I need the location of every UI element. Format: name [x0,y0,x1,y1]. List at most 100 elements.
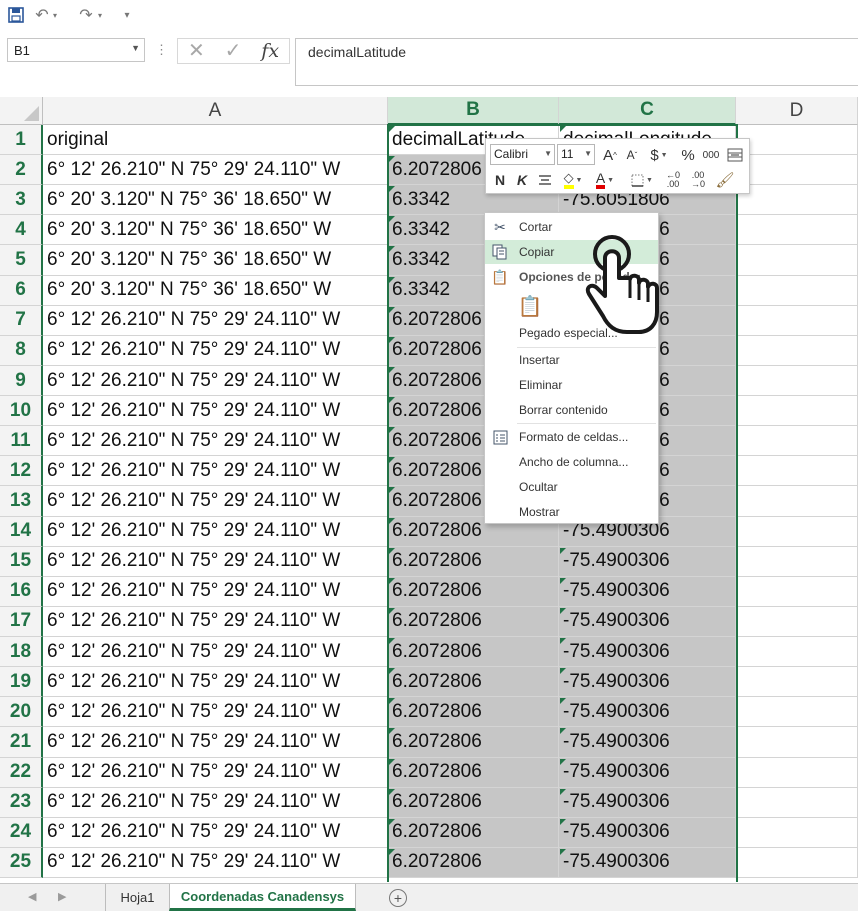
menu-item-ocultar[interactable]: Ocultar [485,475,658,499]
cell-a[interactable]: original [43,125,388,156]
chevron-down-icon[interactable]: ▼ [131,43,140,53]
scroll-tabs-right-icon[interactable]: ▶ [58,890,66,903]
menu-item-eliminar[interactable]: Eliminar [485,373,658,397]
cell-a[interactable]: 6° 12' 26.210" N 75° 29' 24.110" W [43,155,388,186]
row-header[interactable]: 24 [0,817,43,848]
cell-c[interactable]: -75.4900306 [559,757,736,788]
cell-c[interactable]: -75.4900306 [559,667,736,698]
menu-item-borrar-contenido[interactable]: Borrar contenido [485,398,658,422]
cell-b[interactable]: 6.2072806 [388,697,559,728]
cell-d[interactable] [736,787,858,818]
cell-a[interactable]: 6° 12' 26.210" N 75° 29' 24.110" W [43,697,388,728]
cell-a[interactable]: 6° 12' 26.210" N 75° 29' 24.110" W [43,667,388,698]
borders-button[interactable]: ▼ [630,169,654,191]
row-header[interactable]: 19 [0,667,43,698]
cell-a[interactable]: 6° 12' 26.210" N 75° 29' 24.110" W [43,426,388,457]
cell-d[interactable] [736,185,858,216]
column-header-c[interactable]: C [559,97,736,125]
cell-a[interactable]: 6° 12' 26.210" N 75° 29' 24.110" W [43,486,388,517]
cell-a[interactable]: 6° 12' 26.210" N 75° 29' 24.110" W [43,335,388,366]
row-header[interactable]: 1 [0,125,43,156]
undo-icon[interactable]: ↶ [34,4,50,26]
font-color-button[interactable]: A ▼ [592,169,618,191]
select-all-corner[interactable] [0,97,43,125]
cell-d[interactable] [736,817,858,848]
cell-c[interactable]: -75.4900306 [559,576,736,607]
cell-c[interactable]: -75.4900306 [559,847,736,878]
row-header[interactable]: 4 [0,215,43,246]
row-header[interactable]: 23 [0,787,43,818]
enter-icon[interactable]: ✓ [225,41,242,61]
row-header[interactable]: 22 [0,757,43,788]
cancel-icon[interactable]: ✕ [188,41,205,61]
cell-d[interactable] [736,606,858,638]
cell-a[interactable]: 6° 12' 26.210" N 75° 29' 24.110" W [43,396,388,427]
add-sheet-icon[interactable]: + [389,889,407,907]
row-header[interactable]: 10 [0,396,43,427]
cell-c[interactable]: -75.4900306 [559,787,736,818]
italic-button[interactable]: K [514,169,530,191]
cell-d[interactable] [736,396,858,427]
row-header[interactable]: 8 [0,335,43,366]
cell-b[interactable]: 6.2072806 [388,667,559,698]
cell-c[interactable]: -75.4900306 [559,727,736,758]
cell-c[interactable]: -75.4900306 [559,606,736,638]
redo-icon[interactable]: ↷ [77,4,95,26]
row-header[interactable]: 12 [0,456,43,487]
percent-button[interactable]: % [679,144,697,166]
chevron-down-icon[interactable]: ▼ [544,149,552,158]
insert-function-icon[interactable]: fx [261,41,279,61]
row-header[interactable]: 11 [0,426,43,457]
cell-b[interactable]: 6.2072806 [388,817,559,848]
row-header[interactable]: 21 [0,727,43,758]
cell-d[interactable] [736,426,858,457]
row-header[interactable]: 3 [0,185,43,216]
cell-d[interactable] [736,727,858,758]
merge-center-icon[interactable] [725,144,745,166]
cell-d[interactable] [736,637,858,668]
cell-b[interactable]: 6.2072806 [388,546,559,577]
cell-a[interactable]: 6° 12' 26.210" N 75° 29' 24.110" W [43,787,388,818]
bold-button[interactable]: N [492,169,508,191]
cell-d[interactable] [736,847,858,878]
fill-color-button[interactable]: ◇ ▼ [560,169,586,191]
shrink-font-button[interactable]: Aˇ [623,144,641,166]
row-header[interactable]: 2 [0,155,43,186]
cell-b[interactable]: 6.2072806 [388,847,559,878]
cell-a[interactable]: 6° 12' 26.210" N 75° 29' 24.110" W [43,576,388,607]
cell-a[interactable]: 6° 12' 26.210" N 75° 29' 24.110" W [43,305,388,336]
column-header-d[interactable]: D [736,97,858,125]
cell-a[interactable]: 6° 20' 3.120" N 75° 36' 18.650" W [43,275,388,306]
cell-d[interactable] [736,365,858,397]
row-header[interactable]: 16 [0,576,43,607]
menu-item-mostrar[interactable]: Mostrar [485,500,658,524]
cell-a[interactable]: 6° 12' 26.210" N 75° 29' 24.110" W [43,365,388,397]
cell-d[interactable] [736,215,858,246]
chevron-down-icon[interactable]: ▼ [584,149,592,158]
scroll-tabs-left-icon[interactable]: ◀ [28,890,36,903]
cell-a[interactable]: 6° 12' 26.210" N 75° 29' 24.110" W [43,516,388,547]
cell-a[interactable]: 6° 12' 26.210" N 75° 29' 24.110" W [43,757,388,788]
cell-d[interactable] [736,697,858,728]
row-header[interactable]: 15 [0,546,43,577]
cell-d[interactable] [736,335,858,366]
cell-a[interactable]: 6° 12' 26.210" N 75° 29' 24.110" W [43,546,388,577]
format-painter-icon[interactable]: 🖌 [714,169,736,191]
cell-a[interactable]: 6° 12' 26.210" N 75° 29' 24.110" W [43,817,388,848]
cell-b[interactable]: 6.2072806 [388,606,559,638]
font-size-box[interactable]: 11 ▼ [557,144,595,165]
cell-d[interactable] [736,456,858,487]
thousands-button[interactable]: 000 [700,144,722,166]
cell-b[interactable]: 6.2072806 [388,637,559,668]
undo-dropdown-icon[interactable]: ▾ [51,4,59,26]
cell-c[interactable]: -75.4900306 [559,546,736,577]
row-header[interactable]: 25 [0,847,43,878]
currency-button[interactable]: $ ▼ [646,144,672,166]
cell-c[interactable]: -75.4900306 [559,817,736,848]
row-header[interactable]: 18 [0,637,43,668]
row-header[interactable]: 20 [0,697,43,728]
cell-d[interactable] [736,757,858,788]
tab-coordenadas-canadensys[interactable]: Coordenadas Canadensys [169,884,356,911]
cell-c[interactable]: -75.4900306 [559,637,736,668]
formula-input[interactable]: decimalLatitude [295,38,858,86]
